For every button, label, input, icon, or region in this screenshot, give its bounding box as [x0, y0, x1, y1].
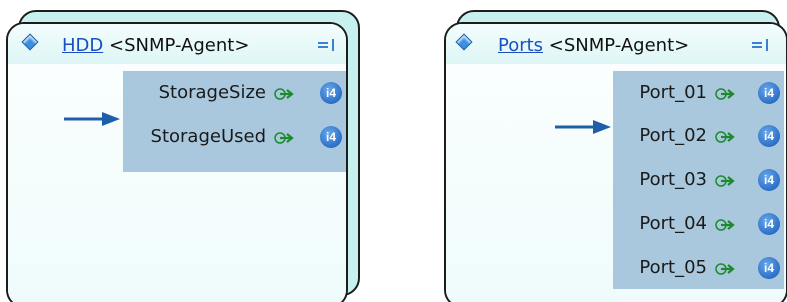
output-link-icon[interactable] [715, 87, 735, 101]
type-badge-icon: i4 [758, 125, 780, 147]
output-row[interactable]: Port_03 i4 [613, 168, 784, 192]
output-label: StorageUsed [150, 126, 266, 147]
output-row[interactable]: Port_05 i4 [613, 256, 784, 280]
type-badge-icon: i4 [758, 213, 780, 235]
output-label: Port_02 [639, 125, 707, 146]
hdd-block[interactable]: HDD <SNMP-Agent> StorageSize i4 StorageU… [0, 0, 370, 302]
type-badge-icon: i4 [320, 126, 342, 148]
output-link-icon[interactable] [715, 174, 735, 188]
menu-icon[interactable] [752, 39, 768, 51]
block-title: Ports <SNMP-Agent> [498, 35, 689, 56]
block-name-link[interactable]: HDD [62, 35, 103, 56]
diagram-canvas: HDD <SNMP-Agent> StorageSize i4 StorageU… [0, 0, 787, 302]
output-link-icon[interactable] [274, 131, 294, 145]
block-type-label: <SNMP-Agent> [109, 35, 250, 56]
outputs-panel: StorageSize i4 StorageUsed i4 [123, 71, 346, 172]
output-row[interactable]: StorageUsed i4 [123, 125, 346, 149]
output-label: Port_03 [639, 169, 707, 190]
block-title: HDD <SNMP-Agent> [62, 35, 249, 56]
block-name-link[interactable]: Ports [498, 35, 543, 56]
output-label: Port_04 [639, 213, 707, 234]
output-row[interactable]: StorageSize i4 [123, 81, 346, 105]
type-badge-icon: i4 [320, 82, 342, 104]
output-link-icon[interactable] [274, 87, 294, 101]
output-link-icon[interactable] [715, 130, 735, 144]
menu-icon[interactable] [318, 39, 334, 51]
outputs-panel: Port_01 i4 Port_02 i4 Port_03 i4 Port_04… [613, 71, 784, 289]
block-type-label: <SNMP-Agent> [548, 35, 690, 56]
type-badge-icon: i4 [758, 82, 780, 104]
output-link-icon[interactable] [715, 262, 735, 276]
output-label: StorageSize [158, 82, 266, 103]
input-arrow-icon [555, 120, 611, 134]
ports-block[interactable]: Ports <SNMP-Agent> Port_01 i4 Port_02 i4… [436, 0, 787, 302]
output-row[interactable]: Port_02 i4 [613, 124, 784, 148]
type-badge-icon: i4 [758, 169, 780, 191]
output-row[interactable]: Port_04 i4 [613, 212, 784, 236]
output-label: Port_05 [639, 257, 707, 278]
output-row[interactable]: Port_01 i4 [613, 81, 784, 105]
input-arrow-icon [64, 112, 120, 126]
output-label: Port_01 [639, 82, 707, 103]
type-badge-icon: i4 [758, 257, 780, 279]
output-link-icon[interactable] [715, 218, 735, 232]
